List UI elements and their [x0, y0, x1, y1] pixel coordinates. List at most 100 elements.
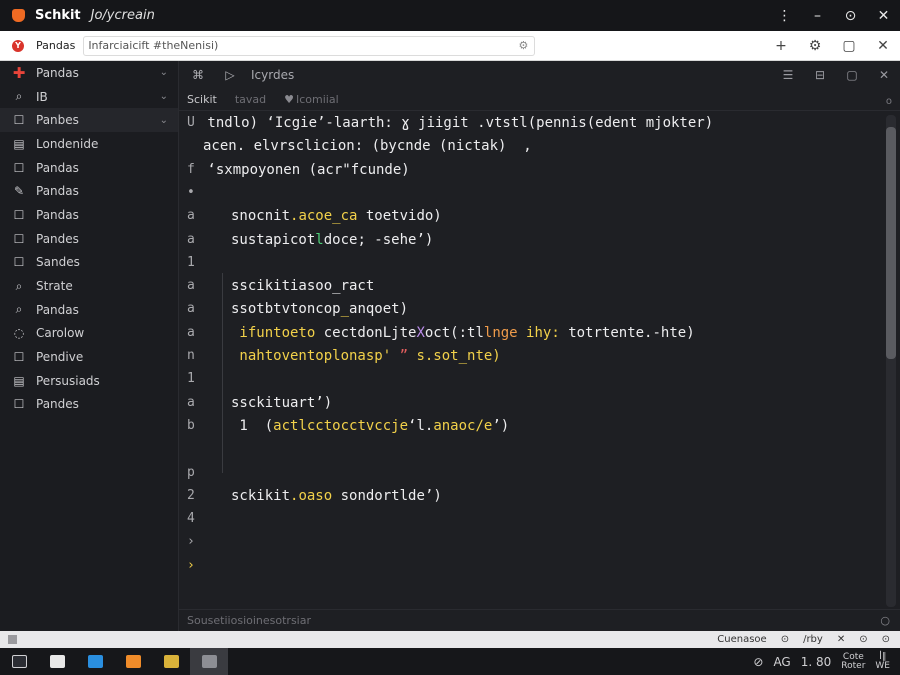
square-icon: ☐: [13, 160, 25, 175]
grid-app-icon[interactable]: [190, 648, 228, 675]
tray-item-0[interactable]: ⊘: [753, 655, 763, 669]
status-item-1[interactable]: ⊙: [781, 634, 789, 645]
sidebar-item[interactable]: ✎ Pandas: [0, 179, 178, 203]
settings-button[interactable]: ⚙: [798, 31, 832, 61]
title-bar: Schkit Jo/ycreain ⋮ – ⊙ ✕: [0, 0, 900, 31]
sidebar-item[interactable]: ☐ Pandas: [0, 203, 178, 227]
sidebar-item-label: Pandes: [36, 397, 79, 412]
list-icon[interactable]: ☰: [772, 61, 804, 89]
circle-icon: ◌: [13, 326, 25, 341]
sidebar-item[interactable]: ✚ Pandas ⌄: [0, 61, 178, 85]
editor-status-circle-icon[interactable]: ○: [880, 614, 890, 627]
tab-icomiial-label: Icomiial: [296, 93, 339, 106]
yellow-app-icon[interactable]: [152, 648, 190, 675]
line-number: •: [187, 184, 195, 200]
address-input[interactable]: Infarciaicift #theNenisi) ⚙: [83, 35, 536, 56]
close-button[interactable]: ✕: [867, 0, 900, 31]
maximize-button[interactable]: ⊙: [834, 0, 867, 31]
menu-dots-icon[interactable]: ⋮: [768, 0, 801, 31]
sidebar-item[interactable]: ☐ Panbes ⌄: [0, 108, 178, 133]
code-line[interactable]: sustapicotldoce; -sehe’): [231, 232, 433, 252]
window-icon-glyph: [49, 655, 65, 668]
code-line[interactable]: ifuntoeto cectdonLjteXoct(:tllnge ihy: t…: [231, 325, 694, 345]
editor-pane: ⌘ ▷ Icyrdes ☰ ⊟ ▢ ✕ Scikit tavad ♥ Icomii…: [179, 61, 900, 631]
line-number: 1: [187, 254, 195, 270]
sidebar-item[interactable]: ☐ Pendive: [0, 345, 178, 369]
status-item-4[interactable]: ⊙: [859, 634, 867, 645]
tray-clock[interactable]: Cote Roter: [841, 652, 865, 671]
window-icon[interactable]: ▢: [836, 61, 868, 89]
sidebar-item[interactable]: ☐ Pandas: [0, 156, 178, 180]
sidebar-item-label: Pandas: [36, 65, 79, 80]
code-line[interactable]: ssotbtvtoncop_anqoet): [231, 301, 408, 321]
sidebar-item[interactable]: ▤ Londenide: [0, 132, 178, 156]
code-line[interactable]: ‘sxmpoyonen (acr"fcunde): [199, 162, 409, 182]
status-item-2[interactable]: /rby: [803, 634, 823, 645]
sidebar-item[interactable]: ⌕ IB ⌄: [0, 85, 178, 109]
line-number: a: [187, 324, 195, 340]
tab-icomiial[interactable]: ♥ Icomiial: [284, 93, 339, 106]
code-line[interactable]: ssckituart’): [231, 395, 332, 415]
line-number: a: [187, 231, 195, 247]
restore-button[interactable]: ▢: [832, 31, 866, 61]
sidebar: ✚ Pandas ⌄ ⌕ IB ⌄ ☐ Panbes ⌄ ▤ Londenide ☐ Pandas ✎ Pa…: [0, 61, 179, 671]
status-item-5[interactable]: ⊙: [882, 634, 890, 645]
code-icon[interactable]: ⌘: [185, 68, 211, 82]
orange-app-icon[interactable]: [114, 648, 152, 675]
grid-app-icon-glyph: [201, 655, 217, 668]
sidebar-item[interactable]: ☐ Pandes: [0, 227, 178, 251]
status-item-3[interactable]: ✕: [837, 634, 845, 645]
yellow-app-icon-glyph: [163, 655, 179, 668]
code-area[interactable]: U tndlo) ‘Icgie’-laarth: ɣ jiigit .vtstl…: [179, 113, 884, 609]
tray-corner[interactable]: ꟾ∥ WE: [875, 652, 890, 671]
scrollbar[interactable]: [886, 115, 896, 607]
settings-gear-icon[interactable]: ⚙: [518, 39, 528, 52]
chevron-down-icon[interactable]: ⌄: [160, 67, 168, 78]
window-icon[interactable]: [38, 648, 76, 675]
close-address-button[interactable]: ✕: [866, 31, 900, 61]
code-line[interactable]: tndlo) ‘Icgie’-laarth: ɣ jiigit .vtstl(p…: [199, 115, 713, 135]
sidebar-item[interactable]: ☐ Pandes: [0, 393, 178, 417]
minimize-button[interactable]: –: [801, 0, 834, 31]
sidebar-item-label: Londenide: [36, 136, 99, 151]
run-icon[interactable]: ▷: [217, 68, 243, 82]
sidebar-item[interactable]: ◌ Carolow: [0, 322, 178, 346]
plus-icon: ✚: [12, 63, 26, 82]
address-actions: + ⚙ ▢ ✕: [764, 31, 900, 61]
add-button[interactable]: +: [764, 31, 798, 61]
status-item-0[interactable]: Cuenasoe: [717, 634, 766, 645]
line-number: 2: [187, 487, 195, 503]
code-line[interactable]: sckikit.oaso sondortlde’): [231, 488, 442, 508]
code-line[interactable]: 1 (actlcctocctvccje‘l.anaoc/e’): [231, 418, 509, 438]
split-icon[interactable]: ⊟: [804, 61, 836, 89]
address-tab-label[interactable]: Pandas: [36, 39, 75, 52]
address-bar: Y Pandas Infarciaicift #theNenisi) ⚙ + ⚙…: [0, 31, 900, 61]
code-line[interactable]: acen. elvrsclicion: (bycnde (nictak) ,: [203, 138, 532, 158]
tray-item-1[interactable]: AG: [773, 655, 790, 669]
sidebar-item-label: Panbes: [36, 113, 79, 128]
line-number: ›: [187, 557, 195, 573]
sidebar-item[interactable]: ☐ Sandes: [0, 251, 178, 275]
scrollbar-thumb[interactable]: [886, 127, 896, 359]
vscode-icon[interactable]: [76, 648, 114, 675]
sidebar-item-label: Pandas: [36, 160, 79, 175]
editor-title: Icyrdes: [251, 68, 295, 82]
tray-item-2[interactable]: 1. 80: [801, 655, 832, 669]
tab-tavad[interactable]: tavad: [235, 93, 266, 106]
line-number: a: [187, 208, 195, 224]
tab-scikit[interactable]: Scikit: [187, 93, 217, 106]
sidebar-item[interactable]: ⌕ Strate: [0, 274, 178, 298]
sidebar-item[interactable]: ▤ Persusiads: [0, 369, 178, 393]
line-number: a: [187, 278, 195, 294]
chevron-down-icon[interactable]: ⌄: [160, 115, 168, 126]
code-line[interactable]: snocnit.acoe_ca toetvido): [231, 208, 442, 228]
code-line[interactable]: sscikitiasoo_ract: [231, 278, 374, 298]
close-editor-icon[interactable]: ✕: [868, 61, 900, 89]
status-square-icon[interactable]: [8, 635, 17, 644]
chevron-down-icon[interactable]: ⌄: [160, 91, 168, 102]
sidebar-item[interactable]: ⌕ Pandas: [0, 298, 178, 322]
terminal-icon[interactable]: [0, 648, 38, 675]
editor-toolbar-actions: ☰ ⊟ ▢ ✕: [772, 61, 900, 89]
code-line[interactable]: nahtoventoplonasp' ” s.sot_nte): [231, 348, 500, 368]
document-name: Jo/ycreain: [90, 8, 155, 23]
